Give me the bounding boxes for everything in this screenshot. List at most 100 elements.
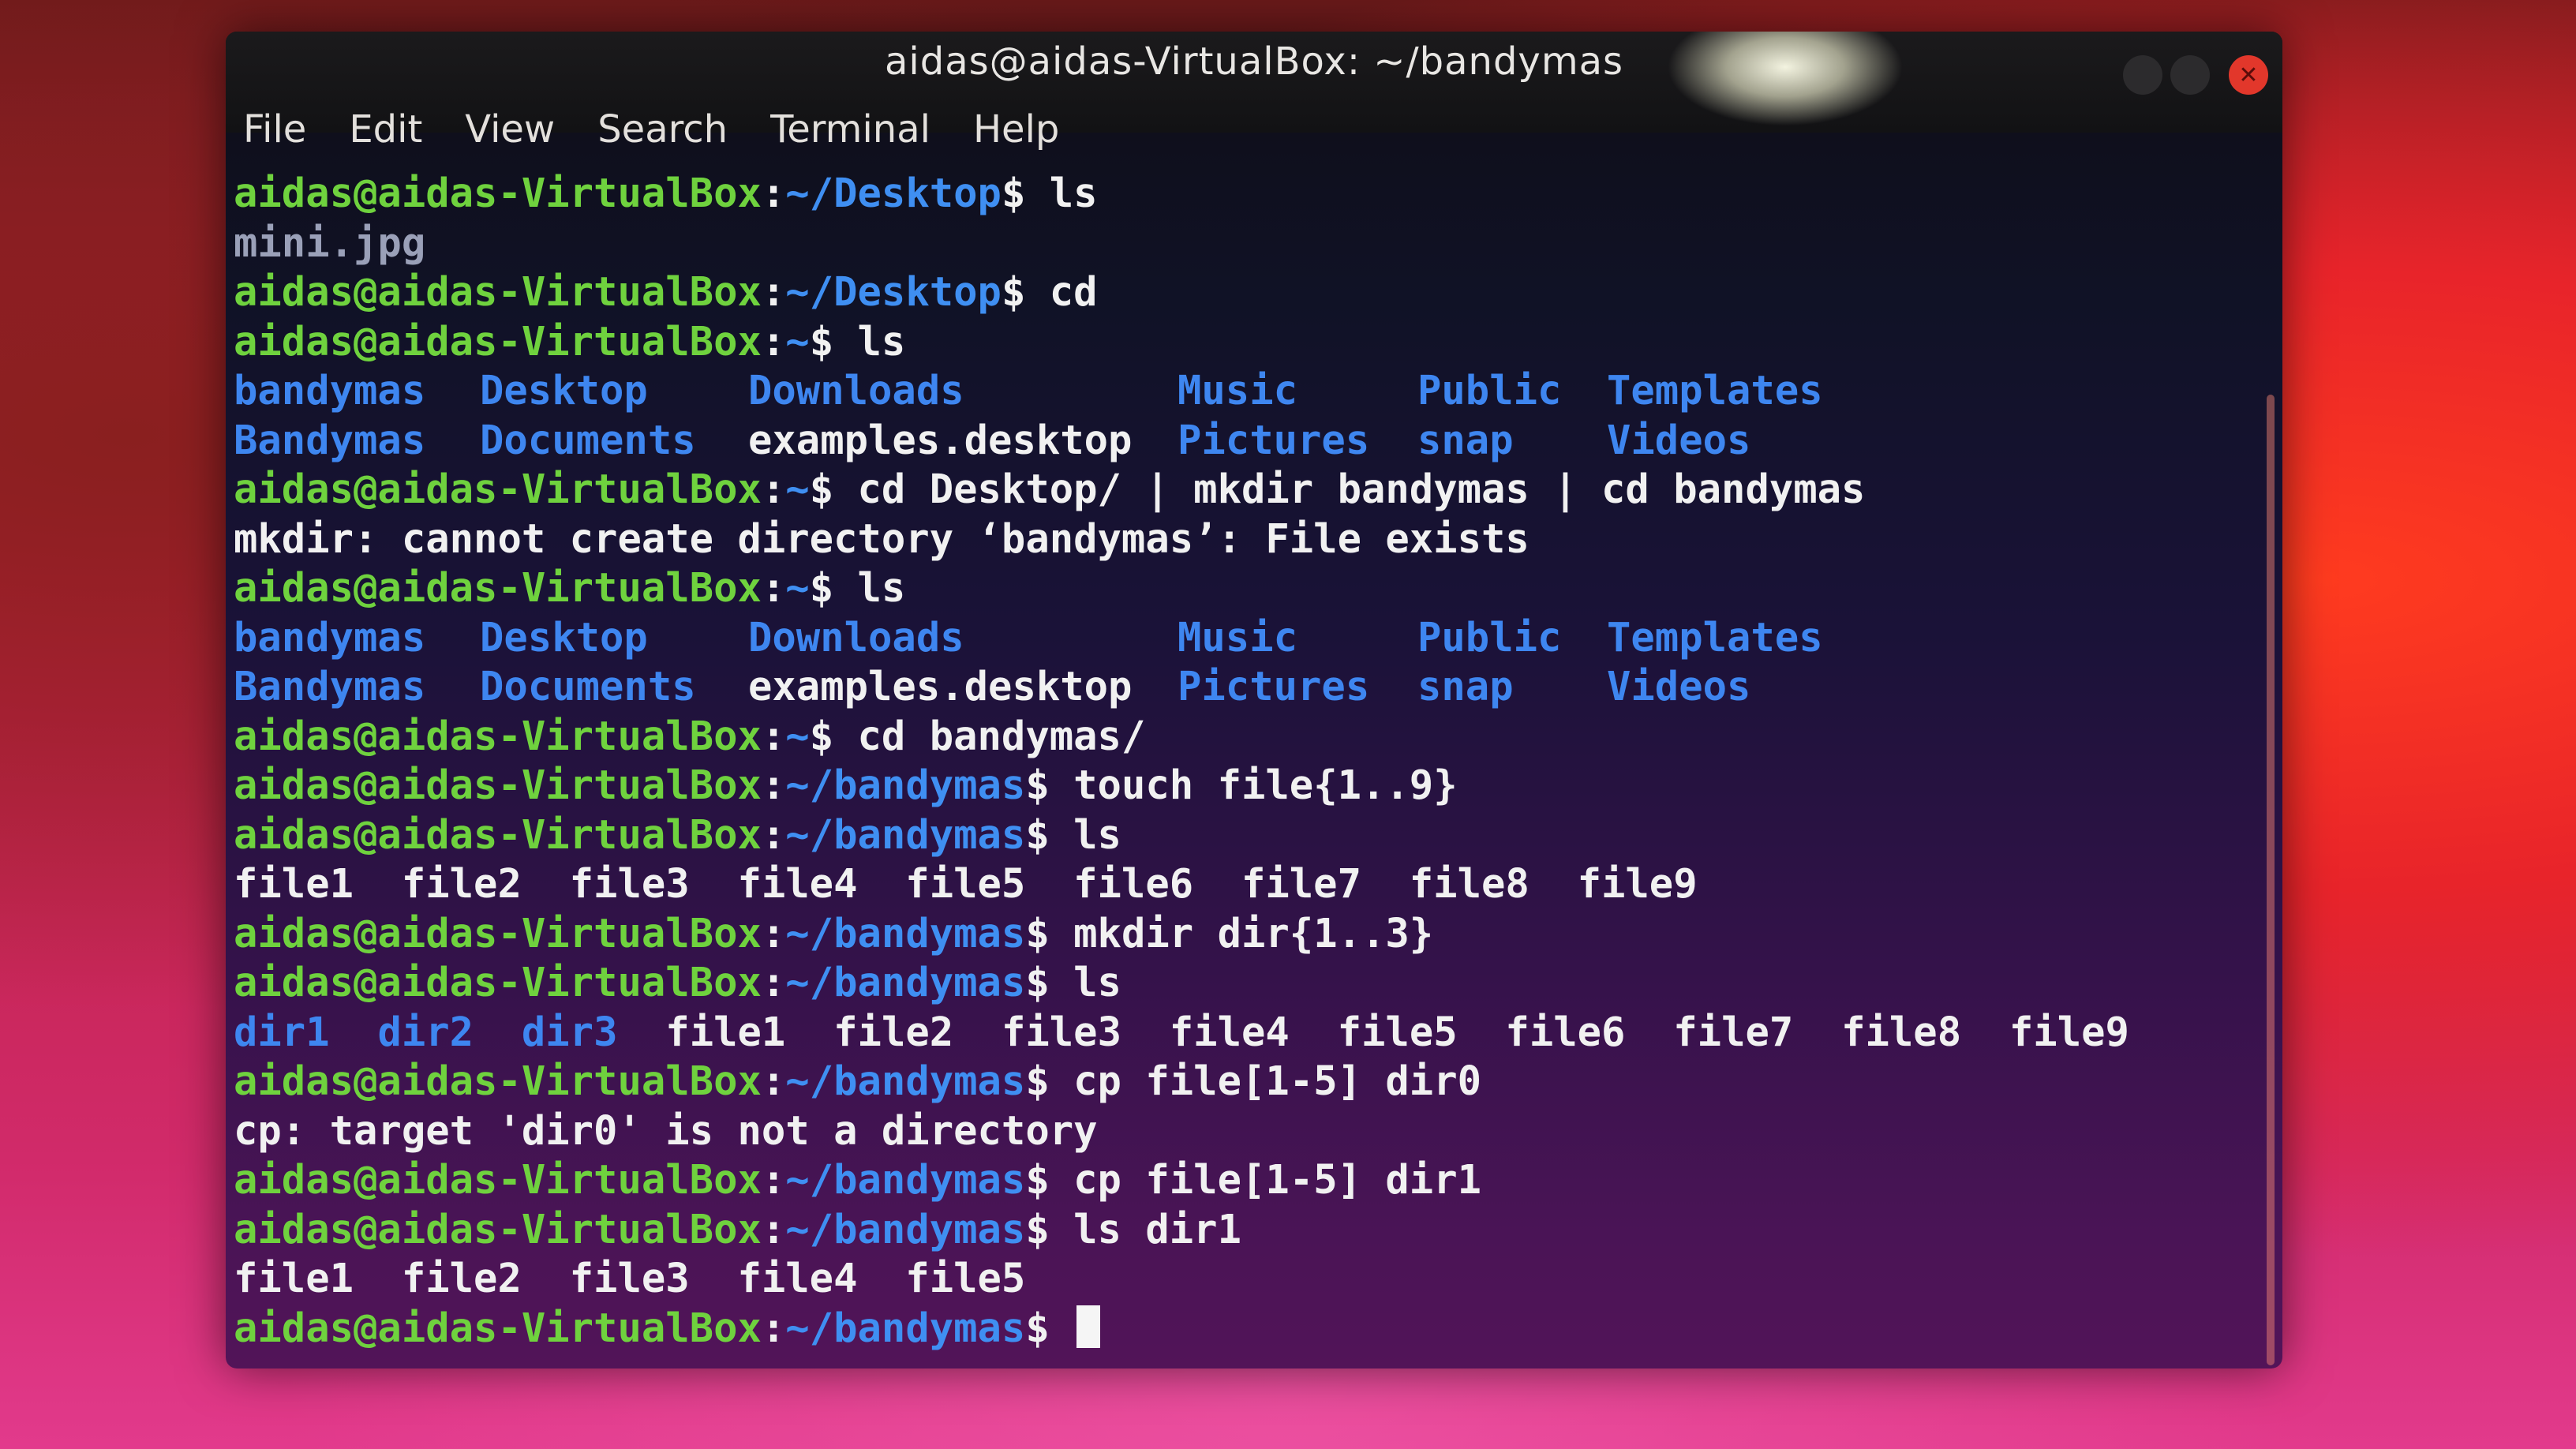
directory-entry: snap: [1417, 416, 1514, 463]
prompt-separator: :: [761, 1058, 786, 1104]
directory-entry: Pictures: [1178, 416, 1370, 463]
menu-terminal[interactable]: Terminal: [767, 107, 934, 163]
terminal-output[interactable]: aidas@aidas-VirtualBox:~/Desktop$ ls mini…: [234, 169, 2251, 1368]
directory-entry: Documents: [480, 663, 696, 710]
prompt-user: aidas@aidas-VirtualBox: [234, 564, 762, 611]
terminal-line: bandymas Desktop Downloads Music Public Templ…: [234, 366, 2251, 416]
prompt-path: ~: [785, 466, 810, 512]
directory-entry: Templates: [1607, 367, 1823, 414]
output-text: file1 file2 file3 file4 file5: [234, 1255, 1026, 1301]
terminal-line: Bandymas Documents examples.desktop Picture…: [234, 416, 2251, 466]
prompt-separator: :: [761, 712, 786, 759]
terminal-line: aidas@aidas-VirtualBox:~/bandymas$ mkdir…: [234, 909, 2251, 959]
prompt-separator: :: [761, 909, 786, 957]
output-text: cp: target 'dir0' is not a directory: [234, 1106, 1098, 1154]
prompt-separator: :: [761, 1205, 786, 1252]
directory-entry: Documents: [480, 416, 696, 463]
terminal-line: aidas@aidas-VirtualBox:~$ ls: [234, 317, 2251, 367]
terminal-line: aidas@aidas-VirtualBox:~/bandymas$ ls: [234, 958, 2251, 1008]
terminal-line: aidas@aidas-VirtualBox:~/bandymas$: [234, 1304, 2251, 1354]
menu-search[interactable]: Search: [594, 107, 731, 163]
terminal-line: aidas@aidas-VirtualBox:~/bandymas$ cp fi…: [234, 1155, 2251, 1205]
menu-edit[interactable]: Edit: [346, 107, 425, 163]
menu-file[interactable]: File: [240, 107, 309, 163]
window-title: aidas@aidas-VirtualBox: ~/bandymas: [884, 39, 1624, 84]
terminal-line: aidas@aidas-VirtualBox:~$ cd bandymas/: [234, 712, 2251, 762]
prompt-user: aidas@aidas-VirtualBox: [234, 811, 762, 858]
file-list: [474, 1009, 522, 1055]
prompt-separator: :: [761, 317, 786, 365]
prompt-symbol: $: [1025, 909, 1050, 957]
terminal-line: aidas@aidas-VirtualBox:~/bandymas$ cp fi…: [234, 1057, 2251, 1106]
terminal-line: aidas@aidas-VirtualBox:~/bandymas$ touch…: [234, 761, 2251, 811]
command-text: mkdir dir{1..3}: [1049, 909, 1434, 957]
prompt-symbol: $: [809, 712, 834, 759]
directory-entry: dir2: [377, 1008, 474, 1055]
prompt-separator: :: [761, 811, 786, 858]
terminal-line: file1 file2 file3 file4 file5: [234, 1254, 2251, 1304]
directory-entry: Downloads: [748, 613, 964, 661]
prompt-separator: :: [761, 762, 786, 808]
file-entry: examples.desktop: [748, 416, 1133, 463]
prompt-separator: :: [761, 268, 786, 315]
prompt-separator: :: [761, 466, 786, 512]
prompt-user: aidas@aidas-VirtualBox: [234, 1156, 762, 1203]
terminal-line: mkdir: cannot create directory ‘bandymas…: [234, 515, 2251, 564]
terminal-window: aidas@aidas-VirtualBox: ~/bandymas ✕ Fil…: [226, 32, 2282, 1368]
prompt-path: ~: [785, 317, 810, 365]
directory-entry: Videos: [1607, 416, 1751, 463]
prompt-path: ~/bandymas: [785, 909, 1026, 957]
terminal-line: cp: target 'dir0' is not a directory: [234, 1106, 2251, 1156]
prompt-user: aidas@aidas-VirtualBox: [234, 909, 762, 957]
directory-entry: Downloads: [748, 367, 964, 414]
menu-help[interactable]: Help: [970, 107, 1062, 163]
terminal-line: aidas@aidas-VirtualBox:~/Desktop$ cd: [234, 268, 2251, 317]
directory-entry: dir3: [521, 1008, 618, 1055]
directory-entry: Music: [1178, 367, 1298, 414]
directory-entry: Desktop: [480, 613, 648, 661]
command-text: cd: [1025, 268, 1098, 315]
prompt-path: ~: [785, 712, 810, 759]
close-button[interactable]: ✕: [2229, 55, 2268, 95]
command-text: [1050, 1305, 1073, 1351]
prompt-path: ~/bandymas: [785, 1156, 1026, 1203]
minimize-button[interactable]: [2123, 55, 2162, 95]
directory-entry: Public: [1417, 613, 1562, 661]
prompt-symbol: $: [1025, 1156, 1050, 1203]
directory-entry: Templates: [1607, 613, 1823, 661]
command-text: ls: [833, 564, 906, 611]
command-text: cp file[1-5] dir1: [1049, 1156, 1482, 1203]
directory-entry: Public: [1417, 367, 1562, 414]
prompt-separator: :: [761, 1156, 786, 1203]
prompt-path: ~/bandymas: [785, 811, 1026, 858]
prompt-symbol: $: [1025, 1205, 1050, 1252]
menu-view[interactable]: View: [462, 107, 558, 163]
directory-entry: Desktop: [480, 367, 648, 414]
prompt-separator: :: [761, 564, 786, 611]
terminal-line: file1 file2 file3 file4 file5 file6 file…: [234, 859, 2251, 909]
file-entry: examples.desktop: [748, 663, 1133, 710]
prompt-symbol: $: [809, 466, 834, 512]
prompt-separator: :: [761, 959, 786, 1005]
prompt-user: aidas@aidas-VirtualBox: [234, 712, 762, 759]
directory-entry: Bandymas: [234, 663, 426, 710]
terminal-line: mini.jpg: [234, 219, 2251, 268]
command-text: cp file[1-5] dir0: [1049, 1058, 1482, 1104]
scrollbar[interactable]: [2267, 395, 2275, 1365]
command-text: ls: [833, 317, 906, 365]
prompt-symbol: $: [1025, 1304, 1050, 1351]
file-list: file1 file2 file3 file4 file5 file6 file…: [617, 1008, 2129, 1055]
prompt-user: aidas@aidas-VirtualBox: [234, 317, 762, 365]
command-text: cd bandymas/: [833, 712, 1146, 759]
maximize-button[interactable]: [2170, 55, 2210, 95]
directory-entry: bandymas: [234, 613, 426, 661]
directory-entry: snap: [1417, 663, 1514, 710]
prompt-user: aidas@aidas-VirtualBox: [234, 268, 762, 315]
command-text: cd Desktop/ | mkdir bandymas | cd bandym…: [833, 466, 1866, 512]
output-text: file1 file2 file3 file4 file5 file6 file…: [234, 860, 1698, 907]
terminal-line: Bandymas Documents examples.desktop Picture…: [234, 662, 2251, 712]
terminal-line: dir1 dir2 dir3 file1 file2 file3 file4 f…: [234, 1008, 2251, 1058]
prompt-user: aidas@aidas-VirtualBox: [234, 762, 762, 808]
prompt-path: ~: [785, 564, 810, 611]
directory-entry: Bandymas: [234, 416, 426, 463]
